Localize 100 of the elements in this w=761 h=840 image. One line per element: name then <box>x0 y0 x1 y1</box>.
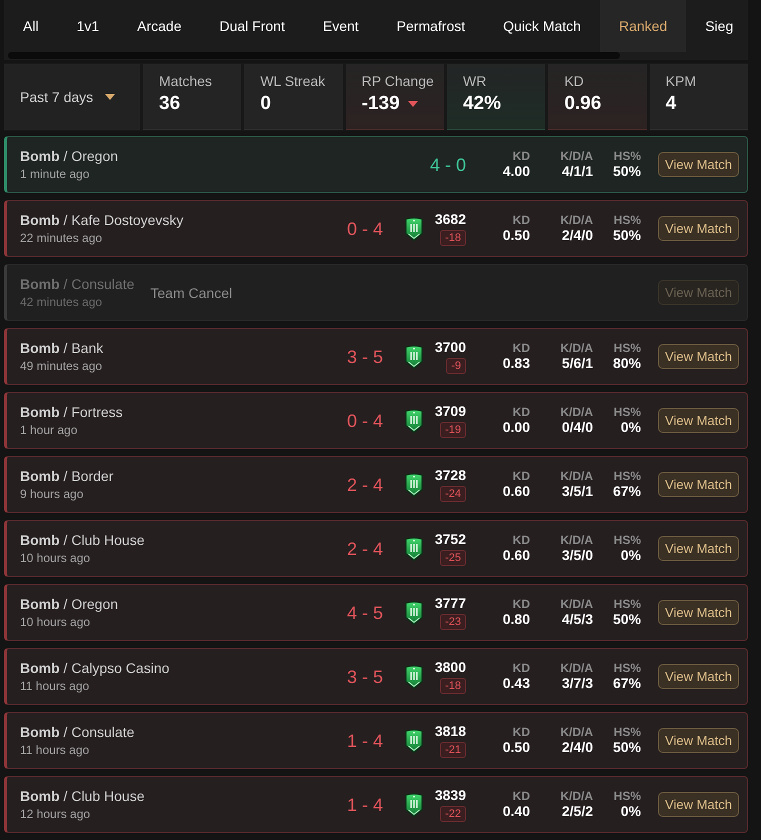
tab[interactable]: Event <box>304 0 378 52</box>
summary-label: Matches <box>159 73 212 90</box>
stat-label: K/D/A <box>560 469 593 483</box>
summary-value: 0.96 <box>564 93 602 115</box>
summary-label: KD <box>564 73 584 90</box>
stat-label: HS% <box>614 341 641 355</box>
rank-badge-icon <box>404 728 424 754</box>
tab[interactable]: Sieg <box>686 0 734 52</box>
stat-label: HS% <box>614 597 641 611</box>
rank-points: 3709 <box>434 403 466 420</box>
rp-change-badge: -24 <box>440 486 466 502</box>
match-title: Bomb / Kafe Dostoyevsky <box>20 211 184 229</box>
rank-badge-icon <box>404 472 424 498</box>
tab[interactable]: All <box>4 0 58 52</box>
match-score: 4 - 5 <box>346 602 383 624</box>
match-title: Bomb / Oregon <box>20 147 118 165</box>
match-score: 4 - 0 <box>430 154 466 176</box>
rp-change-badge: -18 <box>440 678 466 694</box>
stat-value: 3/5/1 <box>562 483 593 500</box>
stat-value: 0/4/0 <box>562 419 593 436</box>
summary-label: WL Streak <box>260 73 326 90</box>
stat-value: 3/5/0 <box>562 547 593 564</box>
stat-value: 50% <box>612 739 641 756</box>
tab[interactable]: Quick Match <box>484 0 600 52</box>
stat-label: HS% <box>614 213 641 227</box>
view-match-button[interactable]: View Match <box>658 600 739 625</box>
stat-label: HS% <box>614 661 641 675</box>
stat-label: KD <box>512 789 530 803</box>
scrollbar-thumb[interactable] <box>8 52 620 59</box>
rp-change-badge: -18 <box>440 230 466 246</box>
period-select[interactable]: Past 7 days <box>4 64 140 130</box>
rank-points: 3700 <box>434 339 466 356</box>
rank-badge-icon <box>404 664 424 690</box>
tab[interactable]: Arcade <box>118 0 200 52</box>
stat-value: 0.40 <box>502 803 530 820</box>
match-time: 1 minute ago <box>20 166 90 182</box>
rank-points: 3777 <box>434 595 466 612</box>
tab[interactable]: Ranked <box>600 0 686 52</box>
rank-points: 3682 <box>434 211 466 228</box>
stat-value: 0.50 <box>502 227 530 244</box>
stat-label: K/D/A <box>560 661 593 675</box>
stat-value: 2/5/2 <box>562 803 593 820</box>
stat-label: K/D/A <box>560 341 593 355</box>
stat-value: 4.00 <box>502 163 530 180</box>
rank-points: 3728 <box>434 467 466 484</box>
match-time: 49 minutes ago <box>20 358 102 374</box>
stat-value: 3/7/3 <box>562 675 593 692</box>
rank-badge-icon <box>404 216 424 242</box>
match-time: 22 minutes ago <box>20 230 102 246</box>
stat-value: 67% <box>612 675 641 692</box>
match-time: 12 hours ago <box>20 806 90 822</box>
view-match-button[interactable]: View Match <box>658 792 739 817</box>
tab[interactable]: 1v1 <box>58 0 118 52</box>
stat-value: 0% <box>620 419 641 436</box>
match-time: 11 hours ago <box>20 678 90 694</box>
stat-label: K/D/A <box>560 405 593 419</box>
summary-label: KPM <box>666 73 696 90</box>
stat-label: HS% <box>614 149 641 163</box>
stat-label: K/D/A <box>560 789 593 803</box>
stat-label: KD <box>512 469 530 483</box>
stat-value: 0.60 <box>502 547 530 564</box>
stat-label: KD <box>512 405 530 419</box>
stat-label: KD <box>512 341 530 355</box>
view-match-button[interactable]: View Match <box>658 664 739 689</box>
stat-value: 4/5/3 <box>562 611 593 628</box>
stat-label: K/D/A <box>560 725 593 739</box>
stat-label: K/D/A <box>560 533 593 547</box>
match-score: 3 - 5 <box>346 346 383 368</box>
stat-value: 80% <box>612 355 641 372</box>
rp-change-badge: -23 <box>440 614 466 630</box>
tab[interactable]: Permafrost <box>378 0 484 52</box>
match-title: Bomb / Border <box>20 467 114 485</box>
view-match-button[interactable]: View Match <box>658 344 739 369</box>
view-match-button[interactable]: View Match <box>658 728 739 753</box>
stat-label: KD <box>512 533 530 547</box>
rp-change-badge: -21 <box>440 742 466 758</box>
stat-label: K/D/A <box>560 149 593 163</box>
match-time: 9 hours ago <box>20 486 84 502</box>
summary-value: 36 <box>159 93 180 115</box>
view-match-button[interactable]: View Match <box>658 152 739 177</box>
view-match-button[interactable]: View Match <box>658 216 739 241</box>
stat-value: 5/6/1 <box>562 355 593 372</box>
rp-change-badge: -25 <box>440 550 466 566</box>
rank-points: 3752 <box>434 531 466 548</box>
stat-value: 0.50 <box>502 739 530 756</box>
match-score: 2 - 4 <box>346 474 383 496</box>
summary-value: 4 <box>666 93 676 115</box>
stat-value: 50% <box>612 611 641 628</box>
stat-value: 0.83 <box>502 355 530 372</box>
rp-change-badge: -9 <box>446 358 466 374</box>
view-match-button[interactable]: View Match <box>658 408 739 433</box>
stat-value: 0.43 <box>502 675 530 692</box>
tab[interactable]: Dual Front <box>200 0 304 52</box>
stat-value: 50% <box>612 227 641 244</box>
match-time: 1 hour ago <box>20 422 78 438</box>
match-time: 10 hours ago <box>20 550 90 566</box>
view-match-button[interactable]: View Match <box>658 472 739 497</box>
stat-value: 0% <box>620 547 641 564</box>
view-match-button[interactable]: View Match <box>658 536 739 561</box>
stat-label: HS% <box>614 469 641 483</box>
